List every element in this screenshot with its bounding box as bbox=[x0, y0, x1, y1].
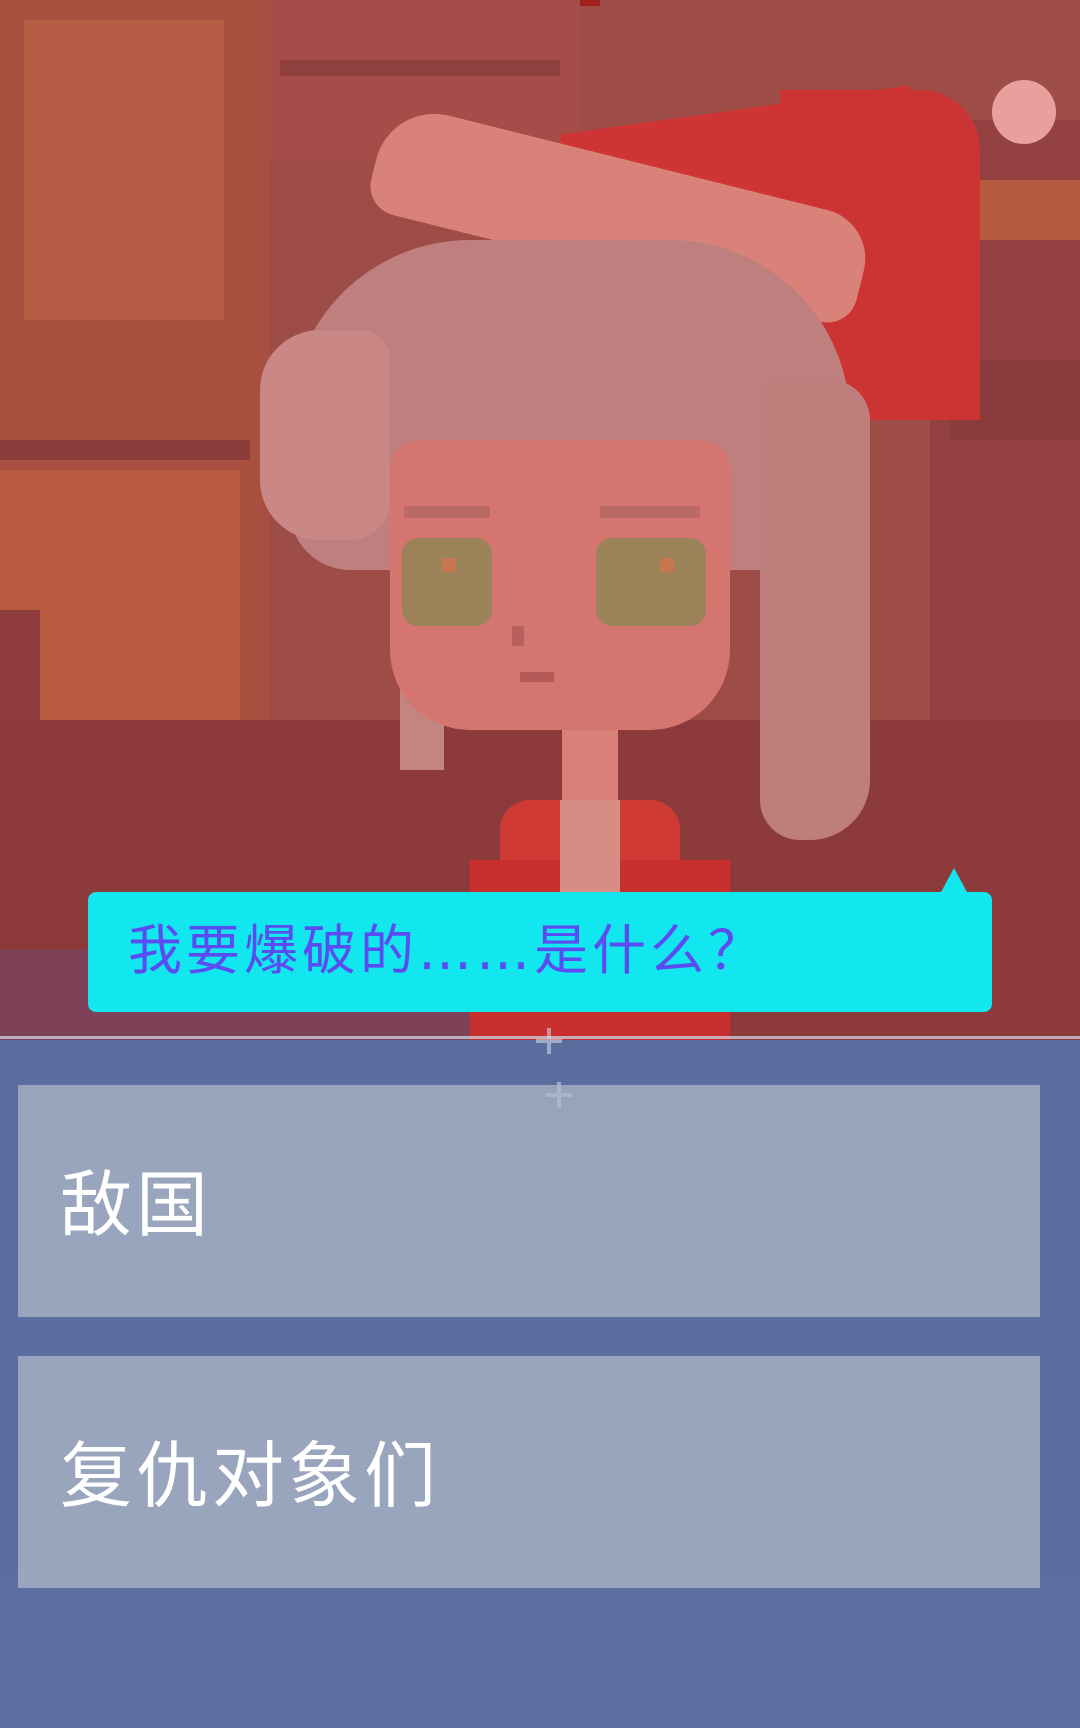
sparkle-icon bbox=[536, 1028, 562, 1054]
wall-panel-left-dark bbox=[0, 440, 250, 460]
left-brow bbox=[404, 506, 490, 518]
hat-pompom bbox=[992, 80, 1056, 144]
game-screen: 我要爆破的……是什么？ 敌国 复仇对象们 bbox=[0, 0, 1080, 1728]
choice-label: 敌国 bbox=[60, 1163, 213, 1247]
speech-bubble: 我要爆破的……是什么？ bbox=[88, 892, 992, 1012]
hair-left-lock bbox=[260, 330, 390, 540]
left-pupil bbox=[442, 558, 456, 572]
choice-button-enemy-nation[interactable]: 敌国 bbox=[18, 1085, 1040, 1317]
scene-background bbox=[0, 0, 1080, 1040]
wall-panel-top-line bbox=[280, 60, 560, 76]
hair-right-lock bbox=[760, 380, 870, 840]
right-eye bbox=[596, 538, 706, 626]
nose bbox=[512, 626, 524, 646]
choice-button-revenge-targets[interactable]: 复仇对象们 bbox=[18, 1356, 1040, 1588]
wall-panel-left-inner bbox=[24, 20, 224, 320]
speech-bubble-tail bbox=[940, 868, 968, 894]
choice-label: 复仇对象们 bbox=[60, 1434, 441, 1518]
right-pupil bbox=[660, 558, 674, 572]
dialogue-text: 我要爆破的……是什么？ bbox=[128, 919, 766, 982]
left-eye bbox=[402, 538, 492, 626]
mouth bbox=[520, 672, 554, 682]
right-brow bbox=[600, 506, 700, 518]
